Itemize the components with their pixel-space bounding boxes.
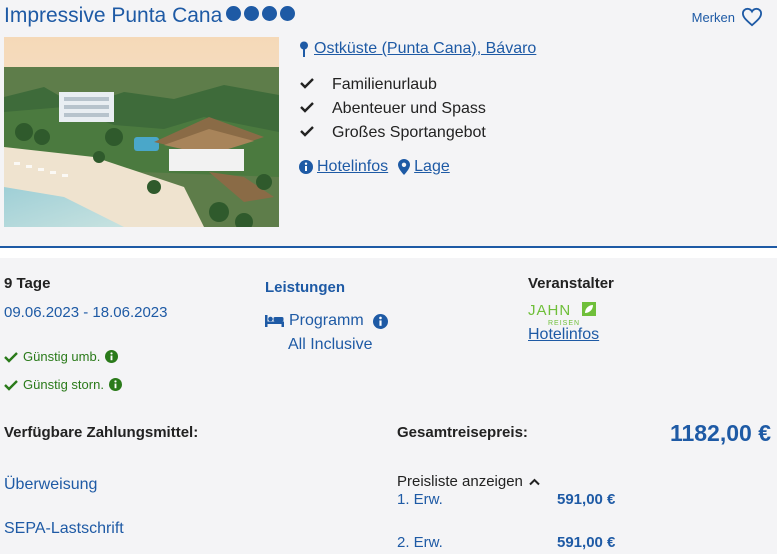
board-type: All Inclusive (288, 336, 373, 353)
location-marker-icon (398, 159, 411, 175)
feature-item: Familienurlaub (300, 73, 486, 97)
info-icon (299, 160, 313, 174)
perk-label: Günstig umb. (23, 349, 101, 364)
hotel-links: Hotelinfos Lage (299, 158, 450, 176)
save-button[interactable]: Merken (692, 7, 763, 27)
perk-label: Günstig storn. (23, 377, 104, 392)
program-label: Programm (289, 312, 364, 329)
star-icon (262, 6, 277, 21)
pricelist-row-amount: 591,00 € (557, 534, 616, 551)
operator-logo: JAHN REISEN (528, 302, 597, 328)
checkmark-icon (300, 126, 314, 137)
hotel-photo[interactable] (4, 37, 279, 227)
show-pricelist-toggle[interactable]: Preisliste anzeigen (397, 473, 540, 490)
checkmark-icon (300, 102, 314, 113)
total-price-label: Gesamtreisepreis: (397, 424, 528, 441)
hotel-name[interactable]: Impressive Punta Cana (4, 4, 222, 28)
feature-label: Familienurlaub (332, 76, 437, 93)
checkmark-icon (300, 78, 314, 89)
operator-logo-text: JAHN (528, 302, 572, 319)
star-icon (244, 6, 259, 21)
program-row[interactable]: Programm (265, 312, 388, 330)
checkmark-icon (4, 379, 18, 391)
trip-dates: 09.06.2023 - 18.06.2023 (4, 304, 168, 321)
perk-cancel: Günstig storn. (4, 377, 122, 392)
lage-label[interactable]: Lage (414, 158, 450, 176)
save-label: Merken (691, 9, 735, 25)
lage-link[interactable]: Lage (398, 158, 450, 176)
hotel-location[interactable]: Ostküste (Punta Cana), Bávaro (299, 40, 536, 58)
info-icon[interactable] (372, 313, 388, 329)
feature-label: Abenteuer und Spass (332, 100, 486, 117)
hotel-card-header: Impressive Punta Cana Merken Ostküste (P… (0, 0, 777, 248)
info-icon[interactable] (105, 350, 119, 363)
hotelinfos-label[interactable]: Hotelinfos (317, 158, 388, 176)
hotelinfos-link[interactable]: Hotelinfos (299, 158, 388, 176)
payment-method-sepa[interactable]: SEPA-Lastschrift (4, 520, 124, 538)
services-title: Leistungen (265, 279, 346, 296)
info-icon[interactable] (108, 378, 122, 391)
pricelist-label: Preisliste anzeigen (397, 473, 523, 490)
star-rating (226, 6, 295, 21)
checkmark-icon (4, 351, 18, 363)
location-link[interactable]: Ostküste (Punta Cana), Bávaro (314, 40, 536, 58)
bed-icon (265, 315, 284, 327)
total-price: 1182,00 € (669, 420, 771, 446)
payment-title: Verfügbare Zahlungsmittel: (4, 424, 199, 441)
operator-title: Veranstalter (528, 275, 614, 292)
star-icon (226, 6, 241, 21)
pricelist-row-amount: 591,00 € (557, 491, 616, 508)
perk-rebook: Günstig umb. (4, 349, 119, 364)
section-gap (0, 248, 777, 258)
feature-item: Abenteuer und Spass (300, 97, 486, 121)
operator-hotelinfos-link[interactable]: Hotelinfos (528, 326, 599, 344)
leaf-icon (582, 302, 597, 316)
feature-item: Großes Sportangebot (300, 121, 486, 145)
payment-method-transfer[interactable]: Überweisung (4, 476, 97, 494)
heart-icon (741, 7, 763, 27)
trip-duration: 9 Tage (4, 275, 51, 292)
pricelist-row-label: 1. Erw. (397, 491, 443, 508)
offer-details: 9 Tage 09.06.2023 - 18.06.2023 Günstig u… (0, 258, 777, 554)
feature-label: Großes Sportangebot (332, 124, 486, 141)
star-icon (280, 6, 295, 21)
chevron-up-icon (529, 478, 540, 485)
map-pin-icon (300, 41, 308, 57)
feature-list: Familienurlaub Abenteuer und Spass Große… (300, 73, 486, 145)
hotel-photo-image (4, 37, 279, 227)
pricelist-row-label: 2. Erw. (397, 534, 443, 551)
